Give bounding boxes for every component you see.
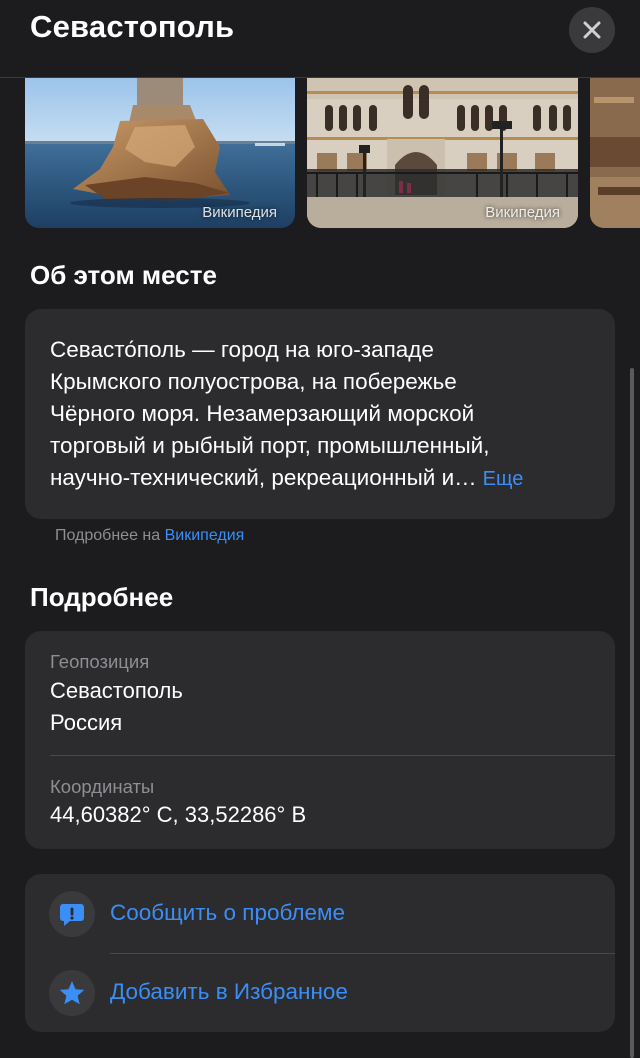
- photo-credit: Википедия: [485, 204, 560, 221]
- xmark-icon: [583, 21, 601, 39]
- close-button[interactable]: [569, 7, 615, 53]
- about-card[interactable]: Севасто́поль — город на юго-западе Крымс…: [25, 309, 615, 519]
- about-line: торговый и рыбный порт, промышленный,: [50, 433, 490, 458]
- details-section-title: Подробнее: [30, 582, 174, 612]
- about-line: Крымского полуострова, на побережье: [50, 369, 457, 394]
- more-button[interactable]: Еще: [483, 468, 524, 490]
- page-title: Севастополь: [30, 9, 235, 44]
- add-favorite-button[interactable]: Добавить в Избранное: [25, 953, 615, 1032]
- about-line: Севасто́поль — город на юго-западе: [50, 337, 434, 362]
- report-problem-label: Сообщить о проблеме: [110, 900, 345, 925]
- divider: [50, 755, 615, 756]
- photo-carousel[interactable]: Википедия Википедия: [0, 77, 640, 228]
- photo-credit: Википедия: [202, 204, 277, 221]
- about-line: научно-технический, рекреационный и…: [50, 465, 477, 490]
- header: Севастополь: [0, 0, 640, 78]
- ruins-image: [590, 77, 640, 228]
- photo-cathedral[interactable]: Википедия: [307, 77, 578, 228]
- about-description: Севасто́поль — город на юго-западе Крымс…: [50, 334, 595, 495]
- place-card-screen: Севастополь Википедия Википедия Об этом …: [0, 0, 640, 1058]
- photo-monument[interactable]: Википедия: [25, 77, 295, 228]
- report-problem-button[interactable]: Сообщить о проблеме: [25, 874, 615, 953]
- action-icon-wrap: [49, 891, 95, 937]
- action-icon-wrap: [49, 970, 95, 1016]
- about-line: Чёрного моря. Незамерзающий морской: [50, 401, 475, 426]
- coordinates-value[interactable]: 44,60382° С, 33,52286° В: [50, 799, 306, 831]
- add-favorite-label: Добавить в Избранное: [110, 979, 348, 1004]
- exclamation-bubble-icon: [60, 904, 84, 926]
- coordinates-label: Координаты: [50, 776, 155, 797]
- wikipedia-link[interactable]: Википедия: [165, 527, 245, 544]
- scrollbar[interactable]: [630, 368, 634, 1058]
- location-label: Геопозиция: [50, 651, 150, 672]
- about-section-title: Об этом месте: [30, 260, 217, 290]
- photo-ruins[interactable]: [590, 77, 640, 228]
- about-line-last: научно-технический, рекреационный и… Еще: [50, 462, 595, 495]
- actions-card: Сообщить о проблеме Добавить в Избранное: [25, 874, 615, 1032]
- location-city[interactable]: Севастополь: [50, 675, 183, 707]
- location-country[interactable]: Россия: [50, 707, 122, 739]
- source-prefix: Подробнее на: [55, 527, 161, 544]
- details-card: Геопозиция Севастополь Россия Координаты…: [25, 631, 615, 849]
- star-icon: [59, 981, 85, 1005]
- source-attribution: Подробнее на Википедия: [55, 527, 244, 545]
